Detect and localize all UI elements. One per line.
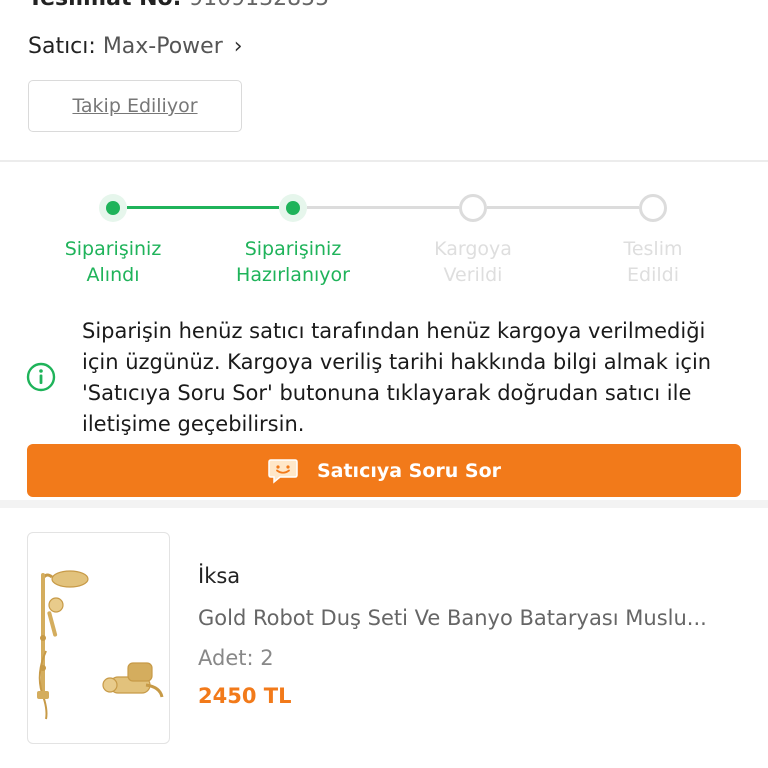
seller-link[interactable]: Satıcı: Max-Power › <box>28 34 243 59</box>
step-label-line: Siparişiniz <box>244 238 342 260</box>
step-label-line: Siparişiniz <box>64 238 162 260</box>
step-label-preparing: Siparişiniz Hazırlanıyor <box>218 236 368 288</box>
track-line-2 <box>307 206 459 209</box>
product-image[interactable] <box>27 532 170 744</box>
section-gap <box>0 500 768 508</box>
delivery-number: Teslimat No: 9109132855 <box>28 0 329 11</box>
step-label-line: Verildi <box>443 264 503 286</box>
chevron-right-icon[interactable]: › <box>234 34 243 59</box>
quantity-value: 2 <box>260 646 274 670</box>
step-label-line: Alındı <box>86 264 140 286</box>
product-brand: İksa <box>198 564 241 588</box>
step-label-line: Kargoya <box>434 238 512 260</box>
shower-set-image <box>37 570 164 720</box>
step-label-line: Edildi <box>627 264 679 286</box>
step-dot-shipped <box>459 194 487 222</box>
product-price: 2450 TL <box>198 684 292 708</box>
step-dot-preparing <box>279 194 307 222</box>
track-line-3 <box>487 206 639 209</box>
step-dot-delivered <box>639 194 667 222</box>
product-quantity: Adet: 2 <box>198 646 274 670</box>
shipping-notice: Siparişin henüz satıcı tarafından henüz … <box>0 310 768 440</box>
notice-text: Siparişin henüz satıcı tarafından henüz … <box>82 319 712 436</box>
product-name[interactable]: Gold Robot Duş Seti Ve Banyo Bataryası M… <box>198 606 748 630</box>
step-label-line: Hazırlanıyor <box>236 264 350 286</box>
order-status-tracker: Siparişiniz Alındı Siparişiniz Hazırlanı… <box>0 162 768 300</box>
seller-label: Satıcı: <box>28 34 96 59</box>
ask-seller-button[interactable]: Satıcıya Soru Sor <box>27 444 741 497</box>
step-label-received: Siparişiniz Alındı <box>38 236 188 288</box>
quantity-label: Adet: <box>198 646 254 670</box>
info-icon <box>26 362 56 392</box>
product-card[interactable]: İksa Gold Robot Duş Seti Ve Banyo Batary… <box>0 508 768 768</box>
order-header: Teslimat No: 9109132855 Satıcı: Max-Powe… <box>0 0 768 160</box>
step-label-line: Teslim <box>623 238 683 260</box>
step-label-shipped: Kargoya Verildi <box>398 236 548 288</box>
seller-name[interactable]: Max-Power <box>103 34 223 59</box>
follow-button[interactable]: Takip Ediliyor <box>28 80 242 132</box>
delivery-value: 9109132855 <box>189 0 329 11</box>
delivery-label: Teslimat No: <box>28 0 181 11</box>
chat-smile-icon <box>268 458 298 484</box>
ask-seller-label: Satıcıya Soru Sor <box>316 459 502 482</box>
step-label-delivered: Teslim Edildi <box>578 236 728 288</box>
step-dot-received <box>99 194 127 222</box>
track-line-1 <box>127 206 279 209</box>
